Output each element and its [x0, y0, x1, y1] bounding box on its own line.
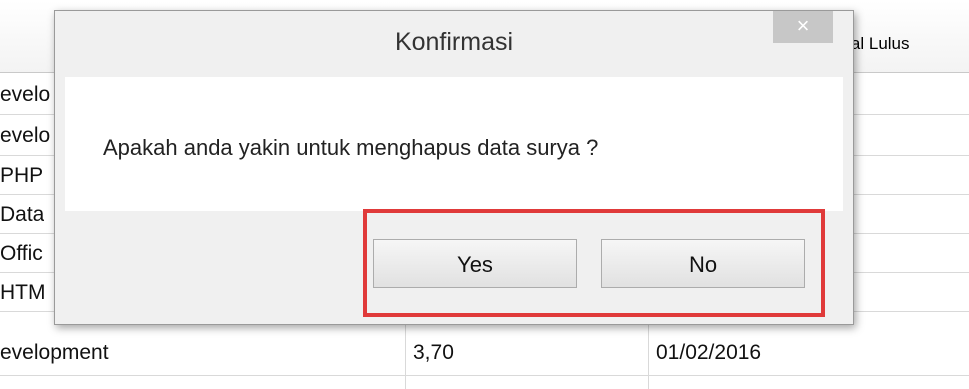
- cell-keahlian: HTM: [0, 281, 46, 304]
- dialog-title: Konfirmasi: [394, 28, 514, 56]
- cell-tanggal-lulus: 01/02/2016: [656, 341, 762, 364]
- close-button[interactable]: ×: [773, 11, 833, 43]
- highlight-box: [363, 209, 825, 317]
- dialog-content: Apakah anda yakin untuk menghapus data s…: [65, 77, 843, 211]
- close-icon: ×: [796, 13, 810, 38]
- dialog-message: Apakah anda yakin untuk menghapus data s…: [103, 135, 599, 160]
- cell-keahlian: Offic: [0, 242, 43, 265]
- cell-keahlian: evelo: [0, 124, 51, 147]
- cell-ipk: 3,70: [413, 341, 454, 364]
- dialog-titlebar[interactable]: Konfirmasi ×: [55, 11, 853, 77]
- cell-keahlian: PHP: [0, 164, 44, 187]
- cell-keahlian: evelo: [0, 83, 51, 106]
- cell-keahlian: evelopment: [0, 341, 109, 364]
- cell-keahlian: Data: [0, 203, 45, 226]
- table-row[interactable]: evelopment 3,70 01/02/2016: [0, 335, 969, 376]
